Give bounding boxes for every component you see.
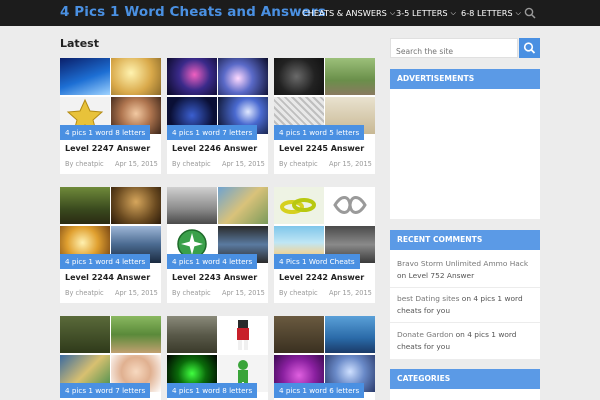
comment-on: on xyxy=(455,330,465,339)
post-date: Apr 15, 2015 xyxy=(329,289,372,297)
post-author: By cheatpic xyxy=(279,160,318,168)
post-title[interactable]: Level 2246 Answer xyxy=(172,144,257,153)
post-meta: By cheatpic Apr 15, 2015 xyxy=(279,289,372,297)
advertisements-widget-body xyxy=(390,89,540,219)
nav-item-label: CHEATS & ANSWERS xyxy=(302,8,387,18)
post-thumbnail[interactable] xyxy=(60,187,161,263)
comment-author[interactable]: best Dating sites xyxy=(397,294,459,303)
site-title[interactable]: 4 Pics 1 Word Cheats and Answers xyxy=(60,4,326,20)
post-tag[interactable]: 4 pics 1 word 8 letters xyxy=(167,383,258,398)
search-icon xyxy=(523,42,536,54)
post-meta: By cheatpic Apr 15, 2015 xyxy=(65,289,158,297)
post-tag[interactable]: 4 Pics 1 Word Cheats xyxy=(274,254,360,269)
post-tag[interactable]: 4 pics 1 word 7 letters xyxy=(60,383,151,398)
sidebar-search-box xyxy=(390,38,518,58)
comment-author[interactable]: Bravo Storm Unlimited Ammo Hack xyxy=(397,259,528,268)
post-date: Apr 15, 2015 xyxy=(115,160,158,168)
nav-item-label: 3-5 LETTERS xyxy=(396,8,448,18)
post-title[interactable]: Level 2244 Answer xyxy=(65,273,150,282)
post-title[interactable]: Level 2247 Answer xyxy=(65,144,150,153)
post-card[interactable]: 4 pics 1 word 7 letters xyxy=(60,316,161,400)
categories-widget-body xyxy=(390,389,540,400)
post-card[interactable]: 4 pics 1 word 4 letters Level 2244 Answe… xyxy=(60,187,161,303)
search-input[interactable] xyxy=(396,47,516,56)
search-button[interactable] xyxy=(519,38,540,58)
post-author: By cheatpic xyxy=(172,160,211,168)
post-tag[interactable]: 4 pics 1 word 6 letters xyxy=(274,383,365,398)
post-date: Apr 15, 2015 xyxy=(222,160,265,168)
comment-author[interactable]: Donate Gardon xyxy=(397,330,453,339)
post-meta: By cheatpic Apr 15, 2015 xyxy=(172,289,265,297)
recent-comment: Bravo Storm Unlimited Ammo Hack on Level… xyxy=(397,258,535,282)
post-meta: By cheatpic Apr 15, 2015 xyxy=(172,160,265,168)
post-title[interactable]: Level 2245 Answer xyxy=(279,144,364,153)
post-tag[interactable]: 4 pics 1 word 5 letters xyxy=(274,125,365,140)
nav-item-3-5-letters[interactable]: 3-5 LETTERS ⌵ xyxy=(396,0,456,26)
comment-on: on xyxy=(397,271,407,280)
post-meta: By cheatpic Apr 15, 2015 xyxy=(279,160,372,168)
post-date: Apr 15, 2015 xyxy=(329,160,372,168)
recent-comments-widget-body: Bravo Storm Unlimited Ammo Hack on Level… xyxy=(390,250,540,359)
post-date: Apr 15, 2015 xyxy=(115,289,158,297)
comment-on: on xyxy=(461,294,472,303)
post-card[interactable]: 4 Pics 1 Word Cheats Level 2242 Answer B… xyxy=(274,187,375,303)
post-meta: By cheatpic Apr 15, 2015 xyxy=(65,160,158,168)
divider xyxy=(390,322,540,323)
post-author: By cheatpic xyxy=(65,289,104,297)
top-navbar: 4 Pics 1 Word Cheats and Answers CHEATS … xyxy=(0,0,600,26)
post-tag[interactable]: 4 pics 1 word 4 letters xyxy=(60,254,151,269)
post-card[interactable]: 4 pics 1 word 8 letters xyxy=(167,316,268,400)
nav-item-label: 6-8 LETTERS xyxy=(461,8,513,18)
recent-comment: best Dating sites on 4 pics 1 word cheat… xyxy=(397,293,535,317)
post-card[interactable]: 4 pics 1 word 7 letters Level 2246 Answe… xyxy=(167,58,268,174)
divider xyxy=(390,287,540,288)
post-thumbnail[interactable] xyxy=(274,187,375,263)
post-card[interactable]: 4 pics 1 word 8 letters Level 2247 Answe… xyxy=(60,58,161,174)
nav-item-6-8-letters[interactable]: 6-8 LETTERS ⌵ xyxy=(461,0,521,26)
chevron-down-icon: ⌵ xyxy=(515,8,521,17)
comment-post[interactable]: Level 752 Answer xyxy=(409,271,475,280)
post-thumbnail[interactable] xyxy=(274,58,375,134)
chevron-down-icon: ⌵ xyxy=(389,8,396,17)
post-thumbnail[interactable] xyxy=(167,187,268,263)
post-tag[interactable]: 4 pics 1 word 4 letters xyxy=(167,254,258,269)
post-tag[interactable]: 4 pics 1 word 8 letters xyxy=(60,125,151,140)
post-author: By cheatpic xyxy=(279,289,318,297)
post-card[interactable]: 4 pics 1 word 4 letters Level 2243 Answe… xyxy=(167,187,268,303)
post-thumbnail[interactable] xyxy=(60,316,161,392)
post-card[interactable]: 4 pics 1 word 5 letters Level 2245 Answe… xyxy=(274,58,375,174)
post-thumbnail[interactable] xyxy=(60,58,161,134)
search-icon[interactable] xyxy=(524,7,536,19)
categories-widget-title: CATEGORIES xyxy=(390,369,540,389)
post-title[interactable]: Level 2242 Answer xyxy=(279,273,364,282)
post-author: By cheatpic xyxy=(172,289,211,297)
nav-item-cheats-answers[interactable]: CHEATS & ANSWERS ⌵ xyxy=(302,0,395,26)
post-author: By cheatpic xyxy=(65,160,104,168)
post-title[interactable]: Level 2243 Answer xyxy=(172,273,257,282)
recent-comment: Donate Gardon on 4 pics 1 word cheats fo… xyxy=(397,329,535,353)
advertisements-widget-title: ADVERTISEMENTS xyxy=(390,69,540,89)
section-title: Latest xyxy=(60,37,99,50)
post-thumbnail[interactable] xyxy=(167,316,268,392)
chevron-down-icon: ⌵ xyxy=(450,8,456,17)
post-card[interactable]: 4 pics 1 word 6 letters xyxy=(274,316,375,400)
post-date: Apr 15, 2015 xyxy=(222,289,265,297)
post-tag[interactable]: 4 pics 1 word 7 letters xyxy=(167,125,258,140)
post-thumbnail[interactable] xyxy=(167,58,268,134)
post-thumbnail[interactable] xyxy=(274,316,375,392)
recent-comments-widget-title: RECENT COMMENTS xyxy=(390,230,540,250)
